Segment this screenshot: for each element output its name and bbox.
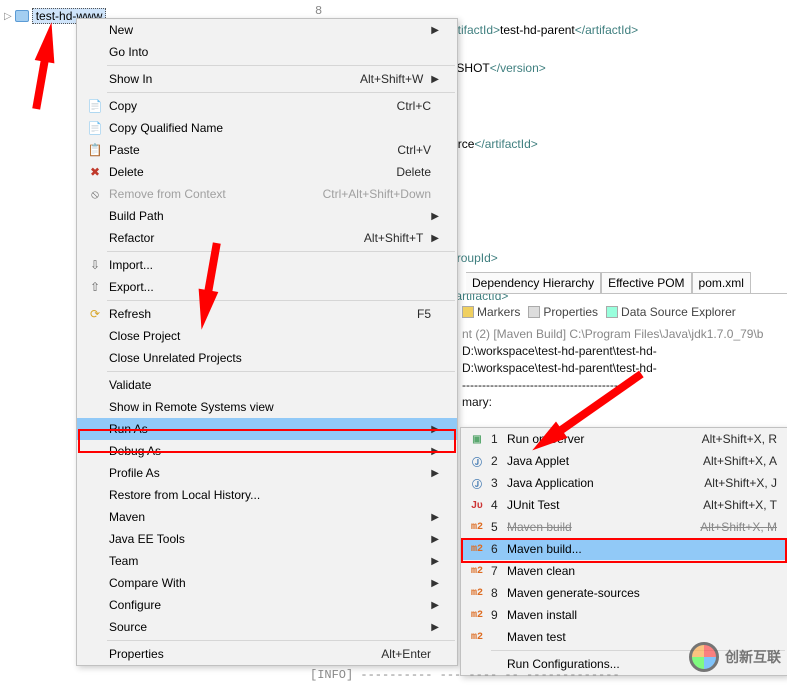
menu-go-into[interactable]: Go Into bbox=[77, 41, 457, 63]
m2-icon: m2 bbox=[465, 588, 489, 599]
submenu-maven-generate-sources[interactable]: m28Maven generate-sources bbox=[461, 582, 787, 604]
console-output[interactable]: nt (2) [Maven Build] C:\Program Files\Ja… bbox=[462, 326, 787, 411]
submenu-maven-install[interactable]: m29Maven install bbox=[461, 604, 787, 626]
m2-icon: m2 bbox=[465, 566, 489, 577]
watermark: 创新互联 bbox=[689, 642, 781, 672]
view-tabs: Markers Properties Data Source Explorer bbox=[462, 302, 787, 322]
paste-icon: 📋 bbox=[83, 143, 107, 157]
menu-team[interactable]: Team▶ bbox=[77, 550, 457, 572]
pom-editor-tabs: Dependency Hierarchy Effective POM pom.x… bbox=[466, 272, 787, 294]
m2-icon: m2 bbox=[465, 632, 489, 643]
menu-validate[interactable]: Validate bbox=[77, 374, 457, 396]
submenu-maven-build-dots[interactable]: m26Maven build... bbox=[461, 538, 787, 560]
menu-jee-tools[interactable]: Java EE Tools▶ bbox=[77, 528, 457, 550]
menu-copy-qualified[interactable]: 📄Copy Qualified Name bbox=[77, 117, 457, 139]
import-icon: ⇩ bbox=[83, 258, 107, 272]
java-applet-icon: Ⓙ bbox=[465, 454, 489, 469]
tab-dependency-hierarchy[interactable]: Dependency Hierarchy bbox=[466, 272, 601, 293]
menu-show-remote[interactable]: Show in Remote Systems view bbox=[77, 396, 457, 418]
m2-icon: m2 bbox=[465, 522, 489, 533]
menu-new[interactable]: New▶ bbox=[77, 19, 457, 41]
menu-import[interactable]: ⇩Import... bbox=[77, 254, 457, 276]
submenu-junit-test[interactable]: Jᴜ4JUnit TestAlt+Shift+X, T bbox=[461, 494, 787, 516]
console-info-line: [INFO] ---------- --- ---- -- ----------… bbox=[310, 668, 620, 682]
refresh-icon: ⟳ bbox=[83, 307, 107, 321]
tree-expand-icon[interactable]: ▷ bbox=[4, 11, 12, 22]
menu-profile-as[interactable]: Profile As▶ bbox=[77, 462, 457, 484]
menu-build-path[interactable]: Build Path▶ bbox=[77, 205, 457, 227]
menu-maven[interactable]: Maven▶ bbox=[77, 506, 457, 528]
menu-debug-as[interactable]: Debug As▶ bbox=[77, 440, 457, 462]
submenu-maven-build-strike[interactable]: m25Maven buildAlt+Shift+X, M bbox=[461, 516, 787, 538]
watermark-logo-icon bbox=[689, 642, 719, 672]
export-icon: ⇧ bbox=[83, 280, 107, 294]
menu-properties[interactable]: PropertiesAlt+Enter bbox=[77, 643, 457, 665]
submenu-maven-clean[interactable]: m27Maven clean bbox=[461, 560, 787, 582]
java-app-icon: Ⓙ bbox=[465, 476, 489, 491]
menu-source[interactable]: Source▶ bbox=[77, 616, 457, 638]
submenu-run-on-server[interactable]: ▣1Run on ServerAlt+Shift+X, R bbox=[461, 428, 787, 450]
project-folder-icon bbox=[15, 10, 29, 22]
menu-export[interactable]: ⇧Export... bbox=[77, 276, 457, 298]
properties-icon bbox=[528, 306, 540, 318]
submenu-java-application[interactable]: Ⓙ3Java ApplicationAlt+Shift+X, J bbox=[461, 472, 787, 494]
menu-compare-with[interactable]: Compare With▶ bbox=[77, 572, 457, 594]
menu-refresh[interactable]: ⟳RefreshF5 bbox=[77, 303, 457, 325]
annotation-arrow-project bbox=[35, 21, 62, 64]
menu-remove-context: ⦸Remove from ContextCtrl+Alt+Shift+Down bbox=[77, 183, 457, 205]
submenu-java-applet[interactable]: Ⓙ2Java AppletAlt+Shift+X, A bbox=[461, 450, 787, 472]
watermark-text: 创新互联 bbox=[725, 647, 781, 667]
menu-close-project[interactable]: Close Project bbox=[77, 325, 457, 347]
remove-context-icon: ⦸ bbox=[83, 187, 107, 202]
copy-qualified-icon: 📄 bbox=[83, 121, 107, 135]
markers-icon bbox=[462, 306, 474, 318]
menu-copy[interactable]: 📄CopyCtrl+C bbox=[77, 95, 457, 117]
server-icon: ▣ bbox=[465, 434, 489, 445]
menu-delete[interactable]: ✖DeleteDelete bbox=[77, 161, 457, 183]
tab-effective-pom[interactable]: Effective POM bbox=[601, 272, 691, 293]
menu-close-unrelated[interactable]: Close Unrelated Projects bbox=[77, 347, 457, 369]
run-as-submenu: ▣1Run on ServerAlt+Shift+X, R Ⓙ2Java App… bbox=[460, 427, 787, 676]
view-data-source[interactable]: Data Source Explorer bbox=[606, 305, 736, 319]
delete-icon: ✖ bbox=[83, 165, 107, 179]
menu-run-as[interactable]: Run As▶ bbox=[77, 418, 457, 440]
tab-pom-xml[interactable]: pom.xml bbox=[692, 272, 751, 293]
view-markers[interactable]: Markers bbox=[462, 305, 520, 319]
menu-configure[interactable]: Configure▶ bbox=[77, 594, 457, 616]
m2-icon: m2 bbox=[465, 544, 489, 555]
view-properties[interactable]: Properties bbox=[528, 305, 598, 319]
junit-icon: Jᴜ bbox=[465, 500, 489, 511]
m2-icon: m2 bbox=[465, 610, 489, 621]
menu-restore[interactable]: Restore from Local History... bbox=[77, 484, 457, 506]
copy-icon: 📄 bbox=[83, 99, 107, 113]
context-menu: New▶ Go Into Show InAlt+Shift+W▶ 📄CopyCt… bbox=[76, 18, 458, 666]
menu-show-in[interactable]: Show InAlt+Shift+W▶ bbox=[77, 68, 457, 90]
menu-paste[interactable]: 📋PasteCtrl+V bbox=[77, 139, 457, 161]
datasource-icon bbox=[606, 306, 618, 318]
menu-refactor[interactable]: RefactorAlt+Shift+T▶ bbox=[77, 227, 457, 249]
